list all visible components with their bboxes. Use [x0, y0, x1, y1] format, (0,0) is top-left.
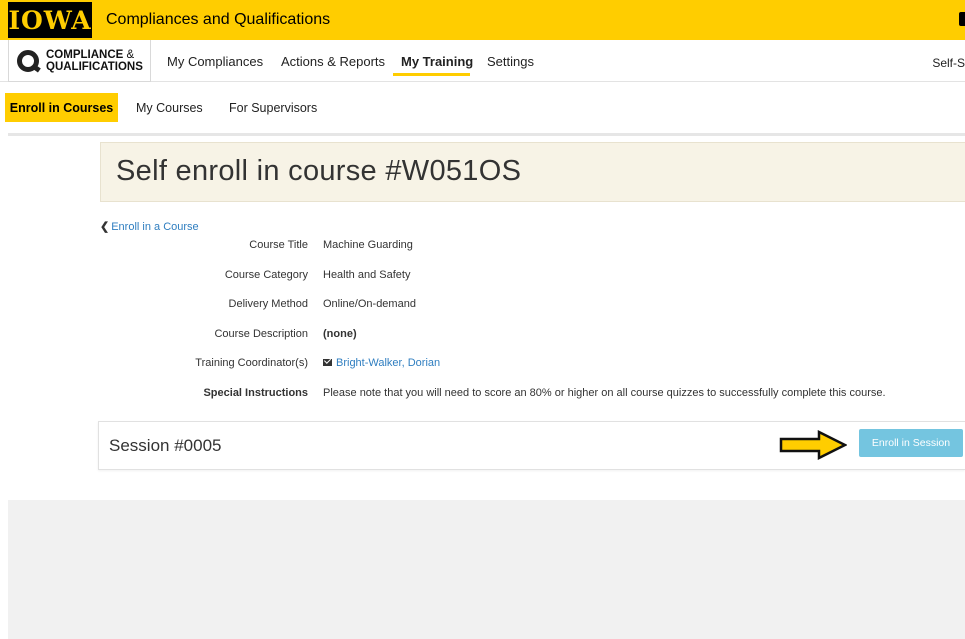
coordinator-value: Bright-Walker, Dorian: [323, 357, 440, 369]
detail-value: Please note that you will need to score …: [323, 387, 886, 399]
detail-course-category: Course Category Health and Safety: [0, 269, 965, 285]
right-arrow-annotation-icon: [779, 430, 847, 460]
nav-right-link[interactable]: Self-S: [932, 56, 965, 70]
session-panel: Session #0005 Enroll in Session: [98, 421, 965, 470]
nav-settings[interactable]: Settings: [487, 54, 534, 69]
active-nav-underline: [393, 73, 470, 76]
detail-label: Course Description: [214, 328, 308, 340]
subnav-divider: [8, 133, 965, 136]
detail-course-title: Course Title Machine Guarding: [0, 239, 965, 255]
back-to-enroll-link[interactable]: ❮ Enroll in a Course: [100, 220, 199, 234]
iowa-logo[interactable]: IOWA: [8, 2, 92, 38]
cq-logo-text: COMPLIANCE & QUALIFICATIONS: [46, 49, 143, 73]
subnav-enroll-in-courses[interactable]: Enroll in Courses: [5, 93, 118, 122]
detail-course-description: Course Description (none): [0, 328, 965, 344]
nav-actions-reports[interactable]: Actions & Reports: [281, 54, 385, 69]
cq-logo-icon: [17, 49, 39, 72]
detail-training-coordinator: Training Coordinator(s) Bright-Walker, D…: [0, 357, 965, 373]
top-bar: IOWA Compliances and Qualifications: [0, 0, 965, 40]
subnav-my-courses[interactable]: My Courses: [136, 101, 203, 115]
detail-label: Special Instructions: [203, 387, 308, 399]
user-menu-edge[interactable]: [959, 12, 965, 26]
page-header: Self enroll in course #W051OS: [100, 142, 965, 202]
detail-label: Delivery Method: [228, 298, 308, 310]
detail-label: Course Category: [224, 269, 308, 281]
app-title[interactable]: Compliances and Qualifications: [106, 11, 330, 29]
coordinator-email-link[interactable]: Bright-Walker, Dorian: [336, 357, 440, 369]
cq-logo[interactable]: COMPLIANCE & QUALIFICATIONS: [8, 40, 151, 82]
detail-label: Training Coordinator(s): [195, 357, 308, 369]
detail-value: Machine Guarding: [323, 239, 413, 251]
detail-value: Health and Safety: [323, 269, 411, 281]
enroll-in-session-button[interactable]: Enroll in Session: [859, 429, 963, 457]
session-title: Session #0005: [109, 436, 222, 455]
subnav-for-supervisors[interactable]: For Supervisors: [229, 101, 317, 115]
main-nav: COMPLIANCE & QUALIFICATIONS My Complianc…: [0, 40, 965, 82]
cq-logo-line2: QUALIFICATIONS: [46, 60, 143, 73]
nav-my-compliances[interactable]: My Compliances: [167, 54, 263, 69]
cq-logo-amp: &: [123, 48, 135, 61]
chevron-left-icon: ❮: [100, 221, 110, 233]
cq-logo-line1: COMPLIANCE: [46, 48, 124, 61]
detail-value: Online/On-demand: [323, 298, 416, 310]
page-title: Self enroll in course #W051OS: [116, 155, 522, 187]
envelope-icon[interactable]: [323, 359, 332, 366]
detail-label: Course Title: [249, 239, 308, 251]
detail-special-instructions: Special Instructions Please note that yo…: [0, 387, 965, 403]
back-link-label: Enroll in a Course: [111, 220, 199, 233]
detail-delivery-method: Delivery Method Online/On-demand: [0, 298, 965, 314]
nav-my-training[interactable]: My Training: [401, 54, 473, 69]
detail-value: (none): [323, 328, 357, 340]
footer-area: [8, 500, 965, 639]
